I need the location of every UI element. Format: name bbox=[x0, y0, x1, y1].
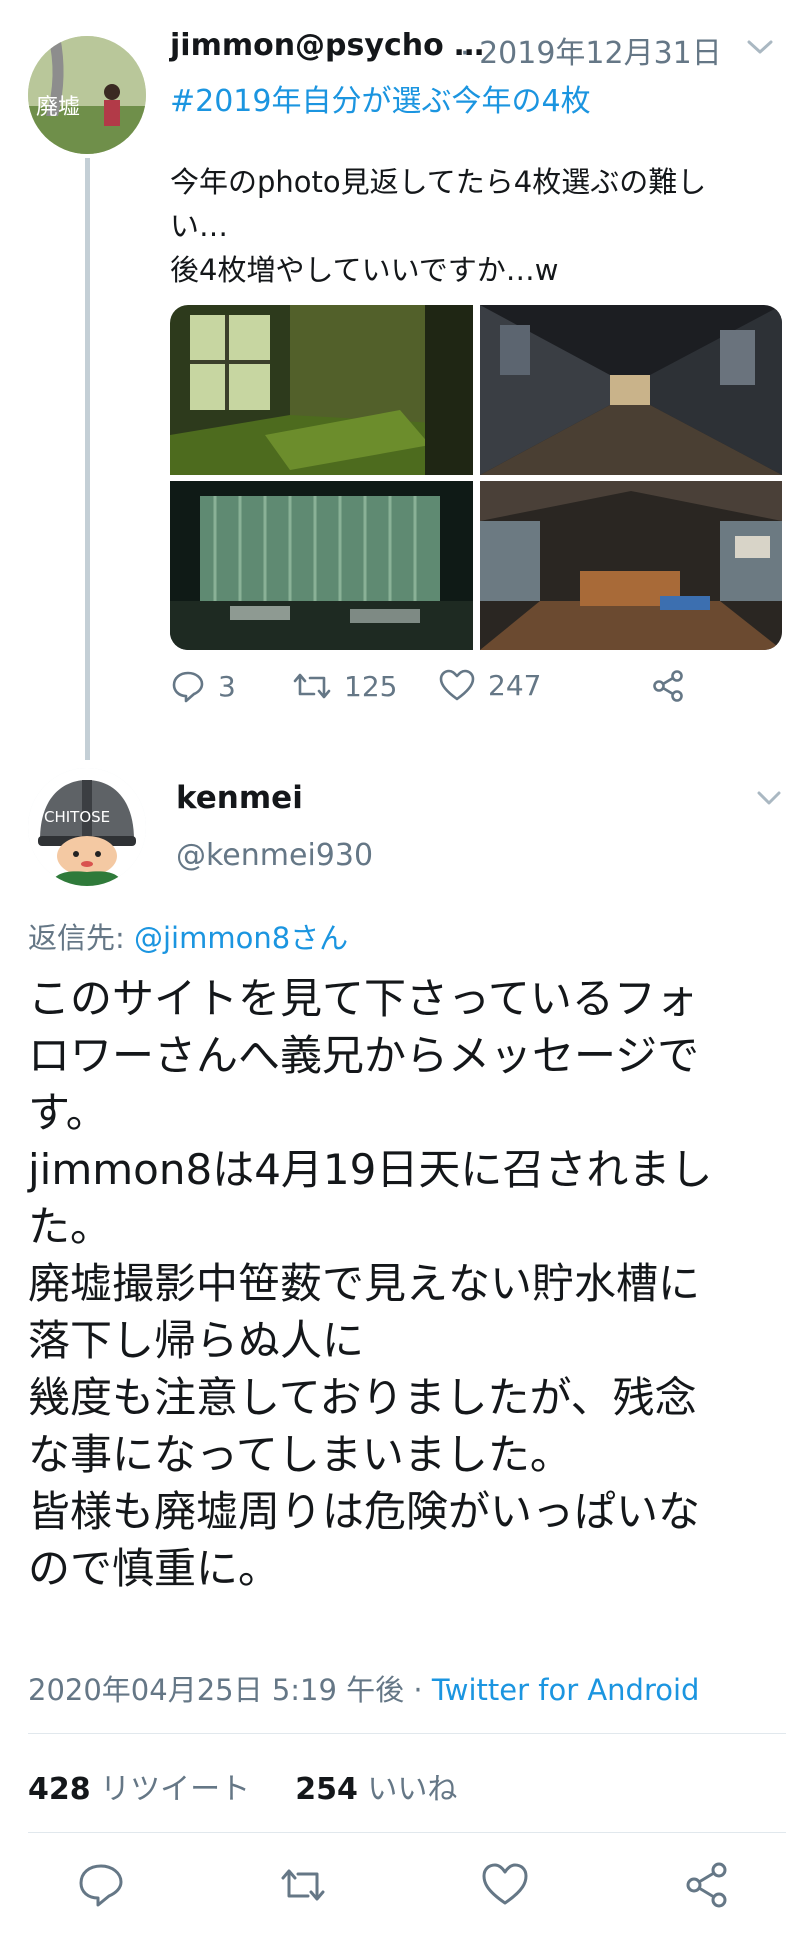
reply-button[interactable]: 3 bbox=[170, 668, 236, 704]
retweet-stat-label: リツイート bbox=[90, 1772, 251, 1807]
tweet-text-line: 落下し帰らぬ人に bbox=[28, 1316, 365, 1365]
tweet-meta: 2020年04月25日 5:19 午後 · Twitter for Androi… bbox=[28, 1667, 699, 1709]
like-icon[interactable] bbox=[478, 1858, 532, 1912]
like-count: 247 bbox=[488, 668, 542, 702]
hashtag-link[interactable]: #2019年自分が選ぶ今年の4枚 bbox=[170, 76, 591, 120]
tweet-text: このサイトを見て下さっているフォ ロワーさんへ義兄からメッセージで す。 jim… bbox=[28, 970, 788, 1597]
tweet-source-link[interactable]: Twitter for Android bbox=[432, 1673, 700, 1707]
like-stat-count: 254 bbox=[295, 1772, 358, 1807]
share-button[interactable] bbox=[650, 668, 686, 704]
reply-to-link[interactable]: @jimmon8さん bbox=[134, 921, 348, 955]
reply-prefix: 返信先: bbox=[28, 921, 134, 955]
dark-corridor-photo[interactable] bbox=[480, 305, 782, 475]
tweet-text-line: た。 bbox=[28, 1202, 113, 1251]
like-button[interactable]: 247 bbox=[438, 668, 541, 702]
thread-line bbox=[85, 158, 90, 760]
like-stat-label: いいね bbox=[357, 1772, 458, 1807]
tweet-text-line: 今年のphoto見返してたら4枚選ぶの難し bbox=[170, 165, 707, 199]
tweet-date[interactable]: · 2019年12月31日 bbox=[460, 28, 722, 72]
share-icon[interactable] bbox=[680, 1858, 734, 1912]
mossy-room-photo[interactable] bbox=[170, 305, 473, 475]
user-handle[interactable]: @kenmei930 bbox=[176, 838, 373, 873]
tweet-text-line: jimmon8は4月19日天に召されまし bbox=[28, 1145, 713, 1194]
retweet-stat-count: 428 bbox=[28, 1772, 91, 1807]
divider bbox=[28, 1733, 786, 1734]
retweet-icon[interactable] bbox=[276, 1858, 330, 1912]
retweet-icon bbox=[293, 673, 331, 699]
tweet-stats: 428 リツイート 254 いいね bbox=[28, 1764, 457, 1808]
reply-count: 3 bbox=[218, 669, 236, 703]
share-icon bbox=[653, 670, 683, 702]
display-name[interactable]: jimmon@psycho … bbox=[170, 28, 484, 63]
chevron-down-icon[interactable] bbox=[755, 788, 783, 808]
tweet-text-line: 後4枚増やしていいですか…w bbox=[170, 253, 559, 287]
tweet-text-line: ので慎重に。 bbox=[28, 1544, 281, 1593]
avatar-text: CHITOSE bbox=[44, 808, 110, 826]
avatar-text: 廃墟 bbox=[36, 95, 80, 120]
retweet-button[interactable]: 125 bbox=[292, 668, 397, 704]
retweet-stat[interactable]: 428 リツイート bbox=[28, 1772, 250, 1807]
reply-context: 返信先: @jimmon8さん bbox=[28, 915, 348, 957]
chevron-down-icon[interactable] bbox=[745, 36, 775, 58]
like-stat[interactable]: 254 いいね bbox=[295, 1772, 457, 1807]
avatar-image: 廃墟 bbox=[28, 36, 146, 154]
tweet-action-bar bbox=[0, 1858, 797, 1928]
divider bbox=[28, 1832, 786, 1833]
tweet-text-line: な事になってしまいました。 bbox=[28, 1430, 572, 1479]
tweet-text-line: このサイトを見て下さっているフォ bbox=[28, 974, 698, 1023]
tweet-text-line: 皆様も廃墟周りは危険がいっぱいな bbox=[28, 1487, 701, 1536]
retweet-count: 125 bbox=[344, 669, 398, 703]
tweet-actions: 3 125 247 bbox=[170, 668, 730, 724]
wooden-workshop-photo[interactable] bbox=[480, 481, 782, 650]
avatar[interactable]: CHITOSE bbox=[28, 768, 146, 886]
tweet-text-line: 廃墟撮影中笹薮で見えない貯水槽に bbox=[28, 1259, 701, 1308]
reply-icon bbox=[172, 671, 204, 703]
tweet-timestamp[interactable]: 2020年04月25日 5:19 午後 · bbox=[28, 1673, 432, 1707]
photo-grid bbox=[170, 305, 782, 650]
avatar-image: CHITOSE bbox=[28, 768, 146, 886]
like-icon bbox=[439, 669, 475, 701]
tweet-text-line: ロワーさんへ義兄からメッセージで bbox=[28, 1031, 700, 1080]
green-curtain-hall-photo[interactable] bbox=[170, 481, 473, 650]
tweet-text-line: 幾度も注意しておりましたが、残念 bbox=[28, 1373, 697, 1422]
avatar[interactable]: 廃墟 bbox=[28, 36, 146, 154]
tweet-text: 今年のphoto見返してたら4枚選ぶの難し い… 後4枚増やしていいですか…w bbox=[170, 160, 780, 292]
tweet-text-line: す。 bbox=[28, 1088, 108, 1137]
display-name[interactable]: kenmei bbox=[176, 780, 303, 816]
tweet-text-line: い… bbox=[170, 209, 229, 243]
reply-icon[interactable] bbox=[74, 1858, 128, 1912]
